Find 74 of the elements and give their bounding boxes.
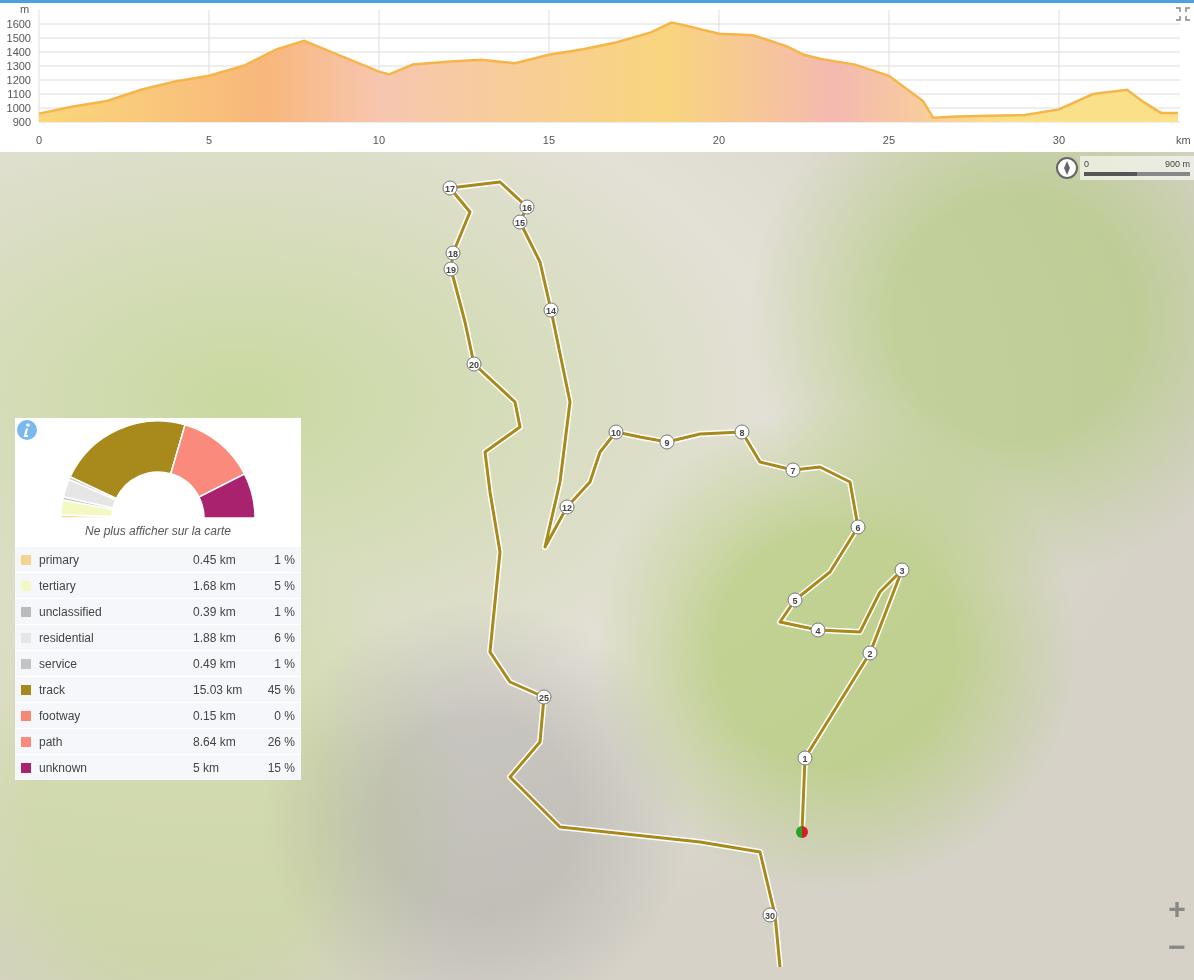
y-tick-label: 1400: [6, 46, 31, 58]
surface-type: residential: [39, 629, 95, 647]
km-marker: 10: [608, 424, 624, 440]
km-marker: 25: [536, 689, 552, 705]
surface-type: unknown: [39, 759, 89, 777]
percent-value: 26 %: [267, 733, 295, 751]
km-marker: 2: [862, 645, 878, 661]
surface-type: service: [39, 655, 78, 673]
x-tick-label: 10: [372, 134, 386, 146]
x-tick-label: 15: [542, 134, 556, 146]
percent-value: 1 %: [273, 655, 295, 673]
km-marker: 6: [850, 519, 866, 535]
percent-value: 5 %: [273, 577, 295, 595]
distance-value: 1.88 km: [193, 629, 237, 647]
km-marker: 30: [762, 907, 778, 923]
map-placeholder[interactable]: [0, 152, 1194, 980]
y-tick-label: 1600: [6, 18, 31, 30]
surface-type: path: [39, 733, 64, 751]
surface-type: unclassified: [39, 603, 103, 621]
km-marker: 4: [810, 622, 826, 638]
km-marker: 14: [543, 302, 559, 318]
percent-value: 15 %: [267, 759, 295, 777]
percent-value: 45 %: [267, 681, 295, 699]
scale-end-label: 900 m: [1165, 158, 1190, 171]
km-marker: 5: [787, 592, 803, 608]
info-icon[interactable]: [17, 420, 37, 440]
km-marker: 19: [443, 261, 459, 277]
distance-value: 8.64 km: [193, 733, 237, 751]
distance-value: 0.39 km: [193, 603, 237, 621]
zoom-in-button[interactable]: +: [1163, 894, 1191, 924]
scale-start-label: 0: [1084, 158, 1089, 171]
percent-value: 0 %: [273, 707, 295, 725]
km-marker: 17: [442, 180, 458, 196]
x-tick-label: 25: [882, 134, 896, 146]
km-marker: 7: [785, 462, 801, 478]
percent-value: 1 %: [273, 551, 295, 569]
y-tick-label: 1300: [6, 60, 31, 72]
km-marker: 9: [659, 434, 675, 450]
y-tick-label: 1000: [6, 102, 31, 114]
distance-value: 1.68 km: [193, 577, 237, 595]
x-axis-unit: km: [1176, 134, 1191, 146]
x-tick-label: 30: [1052, 134, 1066, 146]
km-marker: 3: [894, 562, 910, 578]
km-marker: 12: [559, 499, 575, 515]
y-tick-label: 1100: [7, 88, 31, 100]
distance-value: 0.49 km: [193, 655, 237, 673]
km-marker: 20: [466, 356, 482, 372]
km-marker: 15: [512, 214, 528, 230]
distance-value: 5 km: [193, 759, 220, 777]
km-marker: 16: [519, 199, 535, 215]
surface-type: primary: [39, 551, 80, 569]
percent-value: 6 %: [273, 629, 295, 647]
km-marker: 1: [797, 750, 813, 766]
hide-on-map-link[interactable]: Ne plus afficher sur la carte: [15, 522, 301, 546]
compass-icon[interactable]: [1055, 156, 1079, 180]
y-tick-label: 1200: [6, 74, 31, 86]
y-tick-label: 900: [12, 116, 31, 128]
distance-value: 0.15 km: [193, 707, 237, 725]
start-end-marker: [796, 826, 808, 838]
x-tick-label: 5: [205, 134, 213, 146]
y-axis-unit: m: [20, 3, 30, 15]
distance-value: 15.03 km: [193, 681, 244, 699]
km-marker: 8: [734, 424, 750, 440]
fullscreen-icon[interactable]: [1175, 7, 1191, 21]
y-tick-label: 1500: [6, 32, 31, 44]
surface-type: track: [39, 681, 66, 699]
distance-value: 0.45 km: [193, 551, 237, 569]
surface-type: tertiary: [39, 577, 77, 595]
x-tick-label: 0: [35, 134, 43, 146]
percent-value: 1 %: [273, 603, 295, 621]
surface-type: footway: [39, 707, 82, 725]
x-tick-label: 20: [712, 134, 726, 146]
km-marker: 18: [445, 245, 461, 261]
zoom-out-button[interactable]: −: [1163, 932, 1191, 962]
